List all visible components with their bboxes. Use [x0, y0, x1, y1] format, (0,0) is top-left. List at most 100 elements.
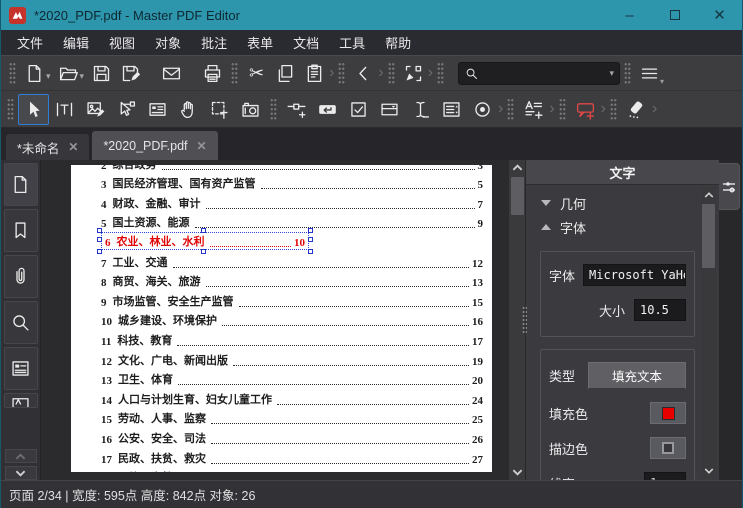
checkbox-tool-button[interactable]: [343, 94, 374, 125]
font-size-field[interactable]: 10.5: [634, 299, 686, 321]
toc-text-object[interactable]: 15 劳动、人事、监察 25: [101, 410, 483, 426]
toc-text-object[interactable]: 13 卫生、体育 20: [101, 371, 483, 387]
maximize-button[interactable]: [652, 0, 697, 30]
menu-file[interactable]: 文件: [7, 30, 53, 55]
open-file-button[interactable]: [54, 59, 83, 87]
toc-text-object[interactable]: 11 科技、教育 17: [101, 332, 483, 348]
menu-tools[interactable]: 工具: [329, 30, 375, 55]
tab-2020-pdf[interactable]: *2020_PDF.pdf ✕: [92, 131, 218, 160]
toc-row[interactable]: 15 劳动、人事、监察 25: [101, 410, 483, 430]
listbox-tool-button[interactable]: [436, 94, 467, 125]
selection-handle[interactable]: [97, 227, 102, 233]
selection-handle[interactable]: [97, 248, 102, 254]
toolbar-grip[interactable]: [7, 98, 14, 120]
toc-text-object[interactable]: 7 工业、交通 12: [101, 254, 483, 270]
document-scrollbar[interactable]: [508, 160, 527, 480]
paste-button[interactable]: [300, 59, 329, 87]
menu-form[interactable]: 表单: [237, 30, 283, 55]
toolbar-grip[interactable]: [558, 98, 566, 120]
properties-panel-button[interactable]: [3, 393, 38, 408]
font-section-header[interactable]: 字体: [536, 215, 695, 239]
hand-tool-button[interactable]: [173, 94, 204, 125]
zoom-to-selection-button[interactable]: [399, 59, 428, 87]
toc-row[interactable]: 9 市场监管、安全生产监管 15: [101, 292, 483, 312]
attachments-button[interactable]: [3, 255, 38, 298]
toolbar-grip[interactable]: [9, 62, 16, 84]
scrollbar-thumb[interactable]: [510, 177, 524, 215]
tab-untitled[interactable]: *未命名 ✕: [6, 134, 90, 160]
new-document-dropdown[interactable]: ▾: [46, 71, 51, 82]
toc-row[interactable]: 3 国民经济管理、国有资产监管 5: [101, 175, 483, 195]
toc-text-object[interactable]: 16 公安、安全、司法 26: [101, 430, 483, 446]
panel-scrollbar-thumb[interactable]: [702, 204, 715, 268]
back-button[interactable]: [349, 59, 378, 87]
form-fields-panel-button[interactable]: [3, 347, 38, 390]
sidebar-scroll-up-button[interactable]: [4, 449, 37, 463]
toc-row[interactable]: 17 民政、扶贫、救灾 27: [101, 449, 483, 469]
copy-button[interactable]: [271, 59, 300, 87]
toolbar-grip[interactable]: [231, 62, 239, 84]
toc-row[interactable]: 18 民族、宗教 28: [101, 469, 483, 473]
toolbar-grip[interactable]: [270, 98, 277, 120]
tab-close-icon[interactable]: ✕: [197, 139, 207, 153]
selection-handle[interactable]: [97, 236, 102, 242]
toc-text-object[interactable]: 6 农业、林业、水利 10: [97, 227, 313, 254]
toc-row[interactable]: 14 人口与计划生育、妇女儿童工作 24: [101, 390, 483, 410]
toolbar-grip[interactable]: [609, 98, 617, 120]
add-node-tool-button[interactable]: [281, 94, 312, 125]
toc-text-object[interactable]: 5 国土资源、能源 9: [101, 214, 483, 230]
selection-handle[interactable]: [308, 236, 313, 242]
toc-row[interactable]: 8 商贸、海关、旅游 13: [101, 273, 483, 293]
geometry-section-header[interactable]: 几何: [536, 191, 695, 215]
toc-text-object[interactable]: 14 人口与计划生育、妇女儿童工作 24: [101, 391, 483, 407]
pdf-page[interactable]: 2 综合政务 3 3 国民经济管理、国有资产监管 5 4 财政、金融、审计 7 …: [71, 165, 492, 472]
toc-text-object[interactable]: 2 综合政务 3: [101, 165, 483, 172]
toc-text-object[interactable]: 4 财政、金融、审计 7: [101, 195, 483, 211]
edit-forms-tool-button[interactable]: [142, 94, 173, 125]
text-type-dropdown[interactable]: 填充文本: [588, 362, 686, 389]
eraser-tool-button[interactable]: [621, 94, 652, 125]
menu-object[interactable]: 对象: [145, 30, 191, 55]
select-tool-button[interactable]: [18, 93, 49, 125]
search-panel-button[interactable]: [3, 301, 38, 344]
page-thumbnails-button[interactable]: [3, 163, 38, 206]
edit-path-tool-button[interactable]: [111, 94, 142, 125]
open-file-dropdown[interactable]: ▾: [80, 71, 85, 82]
toc-row[interactable]: 6 农业、林业、水利 10: [97, 227, 483, 254]
selection-handle[interactable]: [308, 227, 313, 233]
toolbar-grip[interactable]: [437, 62, 445, 84]
cut-button[interactable]: ✂: [242, 59, 271, 87]
scroll-up-button[interactable]: [510, 160, 525, 175]
toc-row[interactable]: 13 卫生、体育 20: [101, 371, 483, 391]
toc-row[interactable]: 4 财政、金融、审计 7: [101, 194, 483, 214]
add-comment-button[interactable]: [570, 94, 601, 125]
new-document-button[interactable]: [20, 59, 49, 87]
search-input[interactable]: [479, 66, 610, 80]
toc-text-object[interactable]: 9 市场监管、安全生产监管 15: [101, 293, 483, 309]
menu-annotation[interactable]: 批注: [191, 30, 237, 55]
toc-text-object[interactable]: 12 文化、广电、新闻出版 19: [101, 352, 483, 368]
email-button[interactable]: [157, 59, 186, 87]
search-dropdown-caret[interactable]: ▾: [610, 68, 615, 79]
save-button[interactable]: [87, 59, 116, 87]
radio-button-tool-button[interactable]: [467, 94, 498, 125]
fill-color-button[interactable]: [650, 402, 686, 424]
snapshot-tool-button[interactable]: [235, 94, 266, 125]
toc-row[interactable]: 7 工业、交通 12: [101, 253, 483, 273]
toc-text-object[interactable]: 3 国民经济管理、国有资产监管 5: [101, 175, 483, 191]
close-button[interactable]: ✕: [697, 0, 742, 30]
scroll-down-button[interactable]: [510, 465, 525, 480]
panel-scroll-down-button[interactable]: [701, 463, 716, 478]
panel-splitter-handle[interactable]: [522, 306, 527, 334]
font-name-field[interactable]: Microsoft YaHei: [583, 264, 686, 286]
properties-tab[interactable]: [719, 163, 740, 210]
toolbar-grip[interactable]: [624, 62, 632, 84]
document-view[interactable]: 2 综合政务 3 3 国民经济管理、国有资产监管 5 4 财政、金融、审计 7 …: [41, 160, 508, 480]
edit-text-tool-button[interactable]: [49, 94, 80, 125]
toc-text-object[interactable]: 17 民政、扶贫、救灾 27: [101, 450, 483, 466]
selection-handle[interactable]: [308, 248, 313, 254]
select-text-area-tool-button[interactable]: [204, 94, 235, 125]
menu-help[interactable]: 帮助: [375, 30, 421, 55]
tab-close-icon[interactable]: ✕: [68, 140, 78, 154]
menu-view[interactable]: 视图: [99, 30, 145, 55]
